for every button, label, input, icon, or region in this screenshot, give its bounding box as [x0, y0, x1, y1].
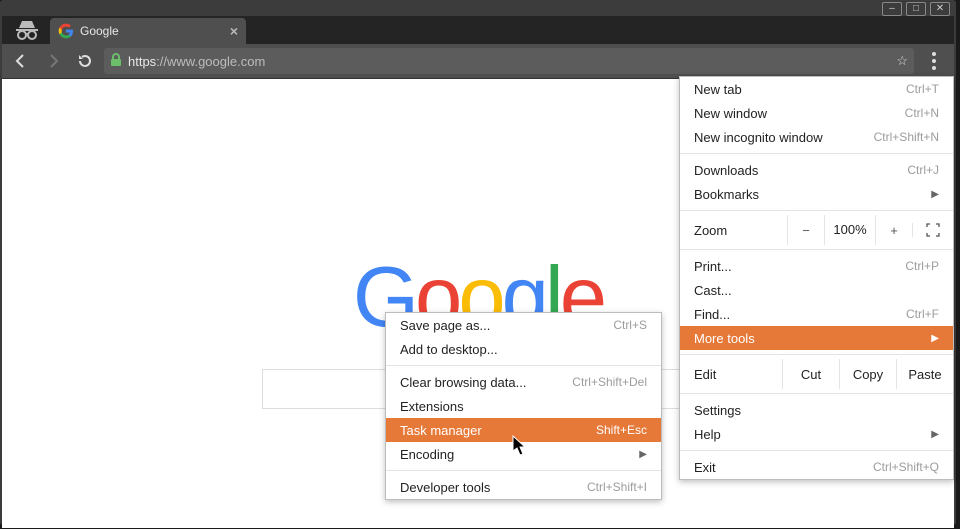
menu-find[interactable]: Find...Ctrl+F — [680, 302, 953, 326]
incognito-icon — [14, 20, 40, 40]
copy-button[interactable]: Copy — [839, 359, 896, 389]
menu-more-tools[interactable]: More tools▶ — [680, 326, 953, 350]
titlebar: – □ ✕ — [2, 2, 954, 16]
submenu-extensions[interactable]: Extensions — [386, 394, 661, 418]
edit-label: Edit — [694, 367, 782, 382]
back-button[interactable] — [8, 48, 34, 74]
menu-new-tab[interactable]: New tabCtrl+T — [680, 77, 953, 101]
menu-new-incognito[interactable]: New incognito windowCtrl+Shift+N — [680, 125, 953, 149]
submenu-clear-data[interactable]: Clear browsing data...Ctrl+Shift+Del — [386, 370, 661, 394]
chevron-right-icon: ▶ — [639, 449, 647, 460]
menu-separator — [386, 470, 661, 471]
tab-title: Google — [80, 24, 119, 38]
tab-strip: Google × — [2, 16, 954, 44]
tab-close-button[interactable]: × — [230, 23, 238, 39]
zoom-in-button[interactable]: + — [875, 215, 912, 245]
maximize-button[interactable]: □ — [906, 2, 926, 16]
menu-downloads[interactable]: DownloadsCtrl+J — [680, 158, 953, 182]
menu-separator — [680, 354, 953, 355]
submenu-add-to-desktop[interactable]: Add to desktop... — [386, 337, 661, 361]
omnibox[interactable]: https://www.google.com ☆ — [104, 48, 914, 74]
menu-edit-row: Edit Cut Copy Paste — [680, 359, 953, 389]
menu-help[interactable]: Help▶ — [680, 422, 953, 446]
forward-button[interactable] — [40, 48, 66, 74]
google-favicon-icon — [58, 23, 74, 39]
toolbar: https://www.google.com ☆ — [2, 44, 954, 79]
tab-active[interactable]: Google × — [50, 18, 246, 44]
menu-separator — [680, 249, 953, 250]
minimize-button[interactable]: – — [882, 2, 902, 16]
menu-settings[interactable]: Settings — [680, 398, 953, 422]
bookmark-star-icon[interactable]: ☆ — [896, 53, 908, 69]
chevron-right-icon: ▶ — [931, 189, 939, 200]
menu-new-window[interactable]: New windowCtrl+N — [680, 101, 953, 125]
more-tools-submenu: Save page as...Ctrl+S Add to desktop... … — [385, 312, 662, 500]
close-window-button[interactable]: ✕ — [930, 2, 950, 16]
main-menu-button[interactable] — [920, 48, 948, 74]
menu-print[interactable]: Print...Ctrl+P — [680, 254, 953, 278]
chevron-right-icon: ▶ — [931, 333, 939, 344]
menu-zoom-row: Zoom − 100% + — [680, 215, 953, 245]
zoom-label: Zoom — [694, 223, 787, 238]
menu-bookmarks[interactable]: Bookmarks▶ — [680, 182, 953, 206]
cut-button[interactable]: Cut — [782, 359, 839, 389]
menu-separator — [680, 210, 953, 211]
zoom-out-button[interactable]: − — [787, 215, 824, 245]
menu-cast[interactable]: Cast... — [680, 278, 953, 302]
zoom-value: 100% — [824, 215, 875, 245]
submenu-save-page[interactable]: Save page as...Ctrl+S — [386, 313, 661, 337]
chevron-right-icon: ▶ — [931, 429, 939, 440]
url-text: https://www.google.com — [128, 54, 265, 69]
mouse-cursor-icon — [512, 435, 528, 460]
menu-separator — [386, 365, 661, 366]
lock-icon — [110, 53, 122, 70]
menu-separator — [680, 450, 953, 451]
fullscreen-button[interactable] — [912, 223, 953, 237]
main-menu: New tabCtrl+T New windowCtrl+N New incog… — [679, 76, 954, 480]
menu-exit[interactable]: ExitCtrl+Shift+Q — [680, 455, 953, 479]
paste-button[interactable]: Paste — [896, 359, 953, 389]
menu-separator — [680, 393, 953, 394]
menu-separator — [680, 153, 953, 154]
reload-button[interactable] — [72, 48, 98, 74]
submenu-devtools[interactable]: Developer toolsCtrl+Shift+I — [386, 475, 661, 499]
